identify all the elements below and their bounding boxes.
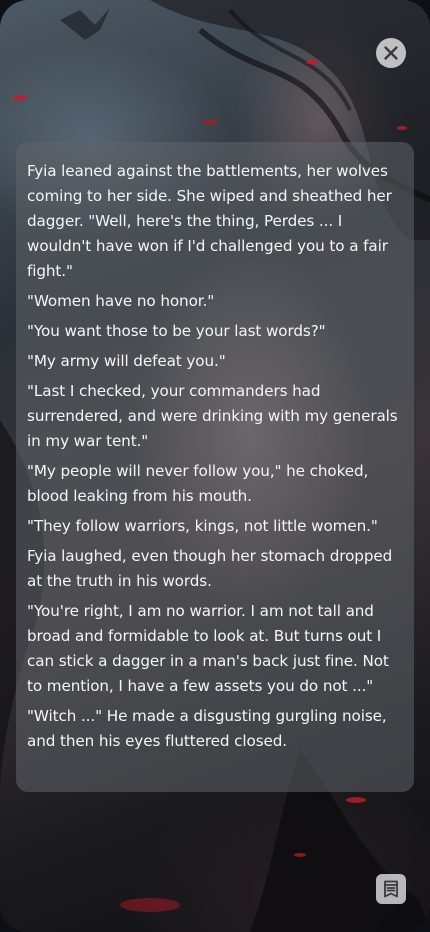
story-paragraph: "My people will never follow you," he ch… bbox=[27, 462, 369, 505]
story-paragraph: "You're right, I am no warrior. I am not… bbox=[27, 602, 389, 695]
story-paragraph: "Women have no honor." bbox=[27, 292, 215, 310]
book-menu-icon bbox=[384, 880, 398, 898]
close-icon bbox=[384, 46, 398, 60]
story-paragraph: "Last I checked, your commanders had sur… bbox=[27, 382, 398, 450]
story-paragraph: "My army will defeat you." bbox=[27, 352, 226, 370]
story-text-panel: Fyia leaned against the battlements, her… bbox=[16, 142, 414, 792]
story-paragraph: Fyia laughed, even though her stomach dr… bbox=[27, 547, 393, 590]
story-paragraph: "You want those to be your last words?" bbox=[27, 322, 326, 340]
story-paragraph: Fyia leaned against the battlements, her… bbox=[27, 162, 392, 280]
story-paragraph: "Witch ..." He made a disgusting gurglin… bbox=[27, 707, 387, 750]
close-button[interactable] bbox=[376, 38, 406, 68]
menu-button[interactable] bbox=[376, 874, 406, 904]
story-paragraph: "They follow warriors, kings, not little… bbox=[27, 517, 378, 535]
reader-screen: Fyia leaned against the battlements, her… bbox=[0, 0, 430, 932]
